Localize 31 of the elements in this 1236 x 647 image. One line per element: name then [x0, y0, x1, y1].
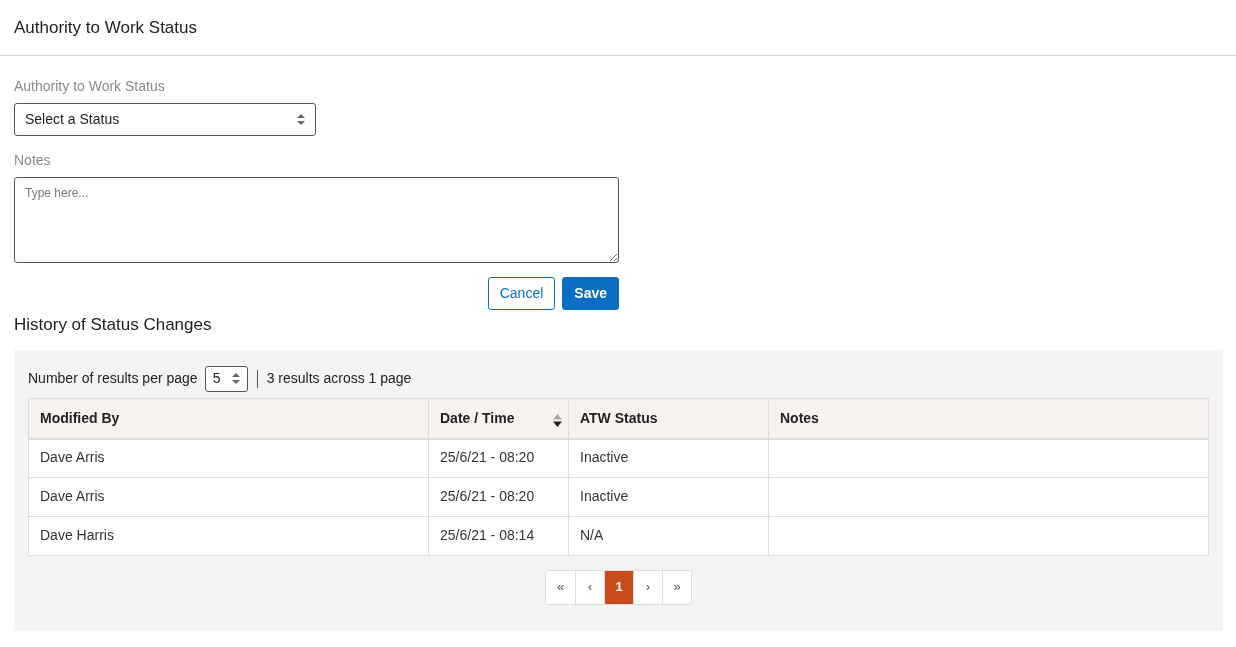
- sort-icon[interactable]: [553, 413, 562, 427]
- updown-caret-icon: [297, 114, 305, 125]
- results-summary: 3 results across 1 page: [266, 369, 412, 388]
- per-page-label: Number of results per page: [28, 369, 198, 388]
- column-header[interactable]: ATW Status: [580, 409, 658, 426]
- notes-field[interactable]: Type here...: [14, 177, 619, 263]
- page-button[interactable]: «: [546, 570, 575, 604]
- table-cell: N/A: [580, 527, 604, 543]
- status-select[interactable]: Select a Status: [14, 103, 316, 136]
- table-cell: Dave Harris: [40, 527, 114, 543]
- field-label: Authority to Work Status: [14, 77, 166, 96]
- page-button[interactable]: 1: [604, 570, 633, 604]
- table-cell: 25/6/21 - 08:20: [440, 488, 535, 504]
- cancel-button[interactable]: Cancel: [487, 277, 556, 310]
- table-cell: 25/6/21 - 08:20: [440, 449, 535, 465]
- field-label: Notes: [14, 151, 52, 170]
- updown-caret-icon: [231, 373, 240, 384]
- table-cell: 25/6/21 - 08:14: [440, 527, 535, 543]
- table-cell: Inactive: [580, 488, 629, 504]
- page-button[interactable]: ›: [633, 570, 662, 604]
- page-button[interactable]: ‹: [575, 570, 604, 604]
- table-cell: Dave Arris: [40, 488, 105, 504]
- table-cell: Inactive: [580, 449, 629, 465]
- save-button[interactable]: Save: [562, 277, 619, 310]
- per-page-select[interactable]: 5: [204, 365, 248, 392]
- column-header[interactable]: Notes: [780, 409, 819, 426]
- column-header[interactable]: Modified By: [40, 409, 120, 426]
- table-cell: Dave Arris: [40, 449, 105, 465]
- dialog-title: Authority to Work Status: [14, 16, 197, 39]
- section-title: History of Status Changes: [14, 314, 213, 336]
- page-button[interactable]: »: [662, 570, 691, 604]
